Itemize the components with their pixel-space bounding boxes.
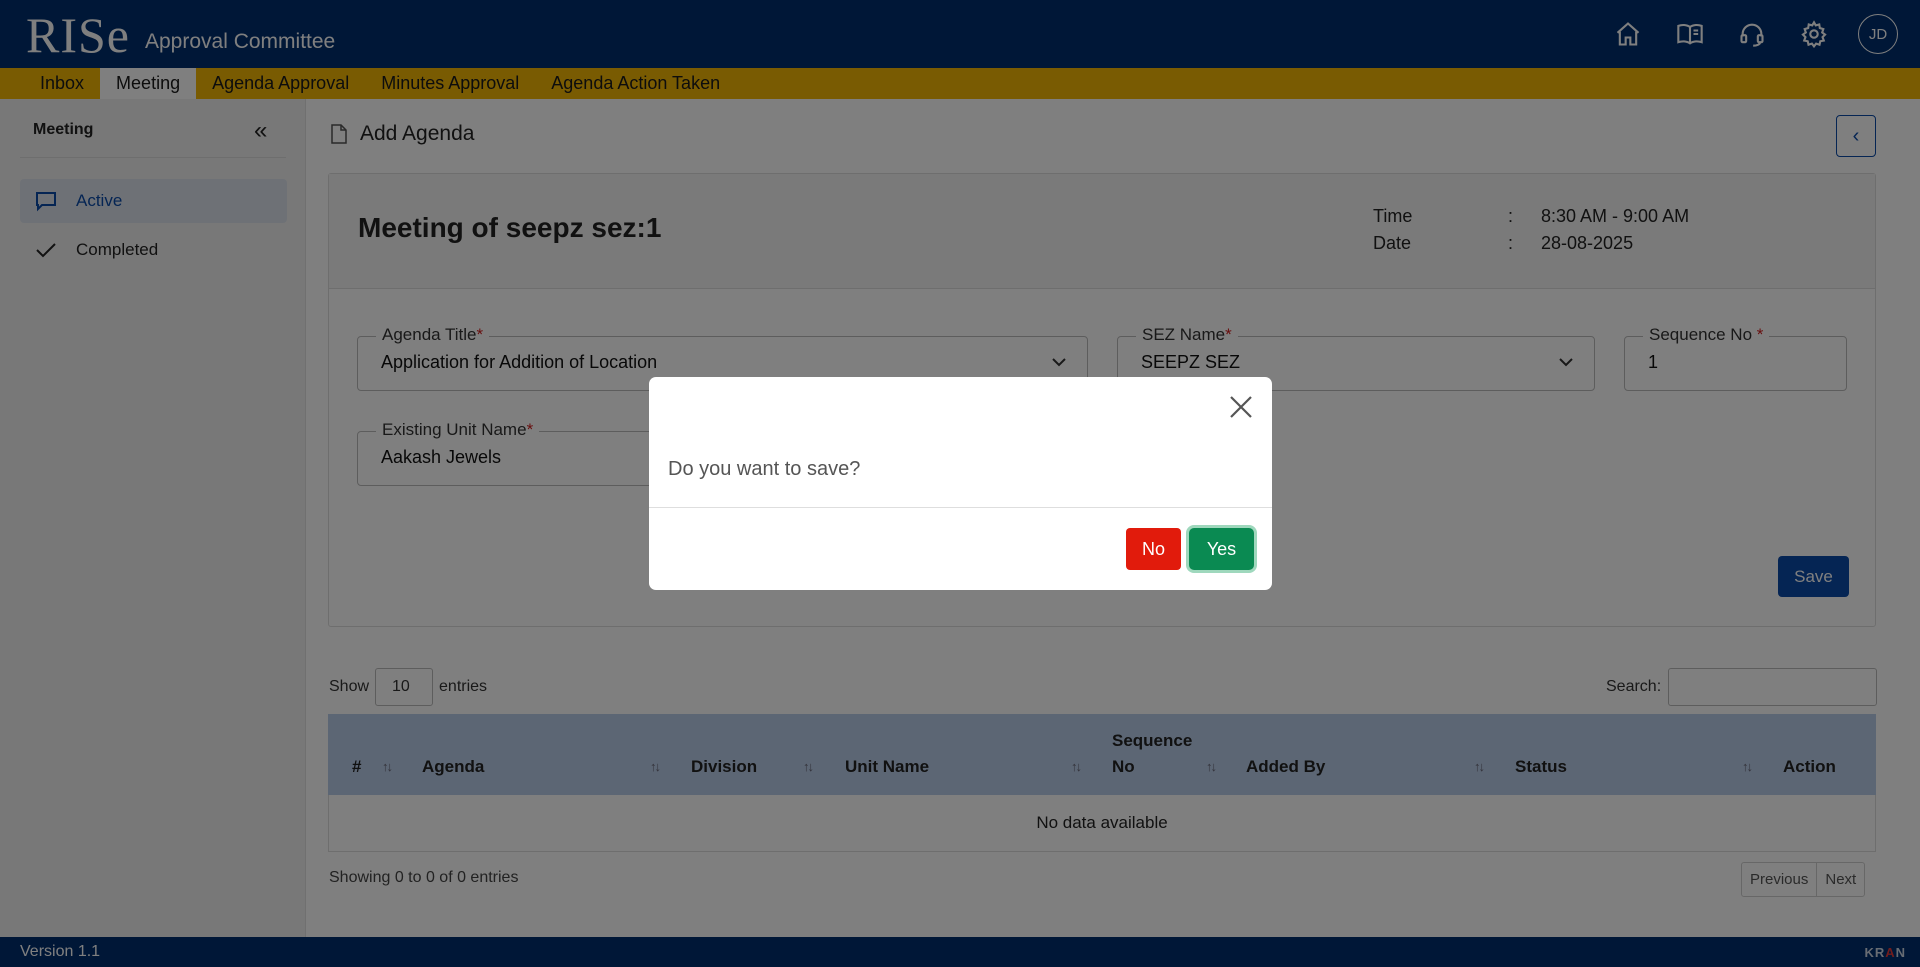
dialog-message: Do you want to save?	[668, 458, 861, 480]
no-button[interactable]: No	[1126, 528, 1181, 570]
yes-button[interactable]: Yes	[1189, 528, 1254, 570]
close-icon[interactable]	[1227, 393, 1255, 421]
confirm-dialog: Do you want to save? No Yes	[649, 377, 1272, 590]
dialog-divider	[649, 507, 1272, 508]
